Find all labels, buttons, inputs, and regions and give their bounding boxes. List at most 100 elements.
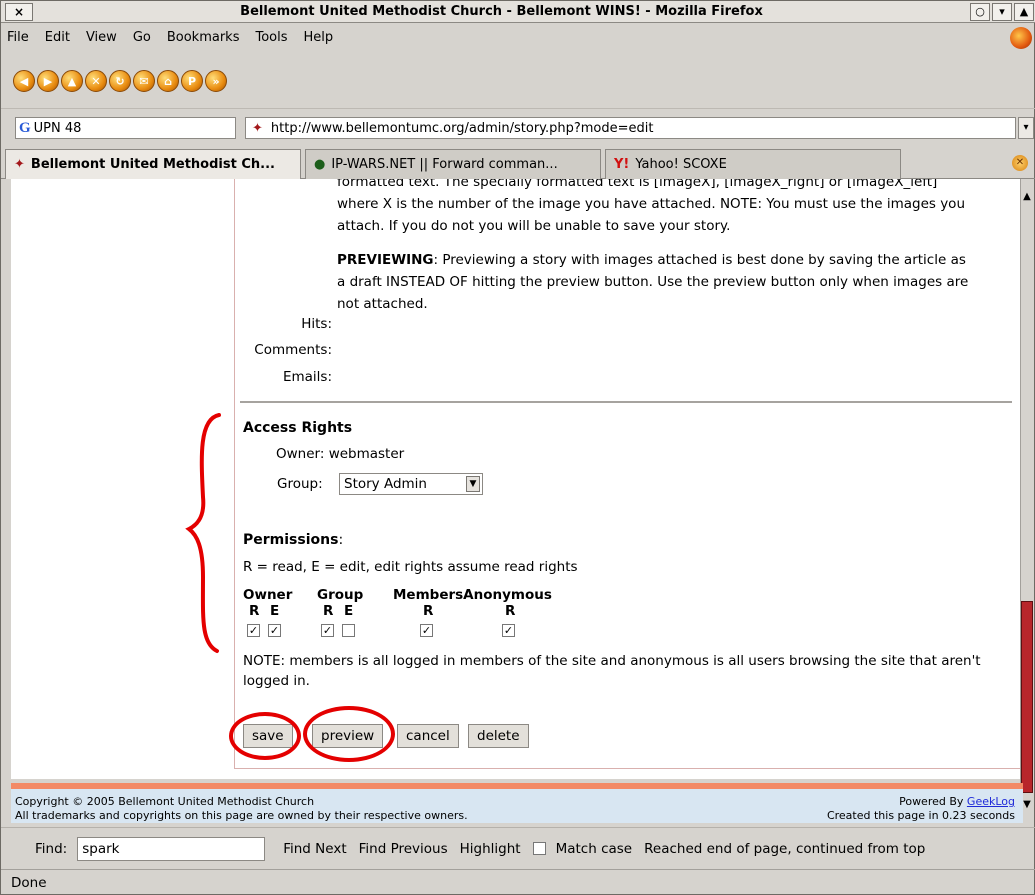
menu-edit[interactable]: Edit — [45, 30, 70, 45]
match-case-checkbox[interactable] — [532, 842, 546, 855]
menu-view[interactable]: View — [86, 30, 117, 45]
tab-label: IP-WARS.NET || Forward comman... — [331, 157, 558, 172]
group-edit-checkbox[interactable] — [342, 624, 355, 637]
site-footer: Copyright © 2005 Bellemont United Method… — [11, 789, 1023, 823]
chevron-down-icon: ▼ — [466, 476, 480, 492]
url-history-dropdown[interactable]: ▾ — [1018, 117, 1034, 139]
group-select-value: Story Admin — [344, 476, 427, 492]
window-menu-button[interactable]: ▾ — [992, 2, 1012, 21]
close-tab-icon[interactable]: ✕ — [1012, 155, 1028, 171]
powered-by-prefix: Powered By — [899, 795, 967, 808]
yahoo-favicon-icon: Y! — [614, 157, 630, 172]
preview-help-text: PREVIEWING: Previewing a story with imag… — [337, 249, 1017, 315]
group-select[interactable]: Story Admin ▼ — [339, 473, 483, 495]
permissions-legend: R = read, E = edit, edit rights assume r… — [243, 559, 578, 575]
trademarks-text: All trademarks and copyrights on this pa… — [15, 809, 468, 822]
stop-icon[interactable]: ✕ — [85, 69, 107, 92]
window-maximize-button[interactable]: ▲ — [1014, 2, 1034, 21]
scroll-thumb[interactable] — [1021, 601, 1033, 793]
anonymous-read-checkbox[interactable]: ✓ — [502, 624, 515, 637]
title-bar: × Bellemont United Methodist Church - Be… — [1, 1, 1035, 23]
preview-annotation-circle — [303, 706, 395, 762]
delete-button[interactable]: delete — [468, 724, 529, 748]
google-icon: G — [19, 119, 31, 136]
match-case-label: Match case — [555, 840, 633, 857]
window-close-button[interactable]: × — [5, 2, 33, 21]
permissions-note: NOTE: members is all logged in members o… — [243, 653, 981, 689]
church-favicon-icon: ✦ — [14, 157, 25, 172]
highlight-button[interactable]: Highlight — [460, 841, 521, 857]
help-line: a draft INSTEAD OF hitting the preview b… — [337, 274, 969, 290]
page-viewport: formatted text. The specially formatted … — [11, 179, 1023, 779]
owner-value: webmaster — [328, 446, 405, 462]
group-read-checkbox[interactable]: ✓ — [321, 624, 334, 637]
images-help-text: formatted text. The specially formatted … — [337, 179, 1017, 237]
menu-bar: File Edit View Go Bookmarks Tools Help — [1, 24, 1035, 51]
menu-bookmarks[interactable]: Bookmarks — [167, 30, 240, 45]
find-input[interactable]: spark — [77, 836, 266, 861]
find-previous-button[interactable]: Find Previous — [359, 841, 448, 857]
reload-icon[interactable]: ↻ — [109, 69, 131, 92]
members-anonymous-column-header: MembersAnonymous — [393, 587, 552, 603]
url-input[interactable]: ✦ http://www.bellemontumc.org/admin/stor… — [245, 117, 1016, 139]
home-icon[interactable]: ⌂ — [157, 69, 179, 92]
group-read-header: R — [323, 603, 334, 619]
owner-read-checkbox[interactable]: ✓ — [247, 624, 260, 637]
permissions-heading: Permissions: — [243, 532, 344, 548]
owner-edit-header: E — [270, 603, 280, 619]
page-created-text: Created this page in 0.23 seconds — [826, 809, 1015, 822]
p-icon[interactable]: P — [181, 69, 203, 92]
tab-yahoo[interactable]: Y! Yahoo! SCOXE — [605, 149, 901, 179]
help-line: not attached. — [337, 296, 428, 312]
cancel-button[interactable]: cancel — [397, 724, 459, 748]
save-annotation-circle — [229, 712, 301, 760]
owner-line: Owner: webmaster — [276, 446, 404, 462]
menu-help[interactable]: Help — [304, 30, 334, 45]
menu-tools[interactable]: Tools — [255, 30, 287, 45]
group-label: Group: — [277, 476, 323, 492]
site-favicon-icon: ✦ — [252, 120, 263, 136]
owner-edit-checkbox[interactable]: ✓ — [268, 624, 281, 637]
members-read-checkbox[interactable]: ✓ — [420, 624, 433, 637]
find-next-button[interactable]: Find Next — [283, 841, 346, 857]
tab-ipwars[interactable]: ● IP-WARS.NET || Forward comman... — [305, 149, 601, 179]
powered-by-text: Powered By GeekLog — [899, 795, 1015, 808]
help-line: where X is the number of the image you h… — [337, 196, 966, 212]
menu-go[interactable]: Go — [133, 30, 151, 45]
tab-label: Yahoo! SCOXE — [635, 157, 727, 172]
help-line: formatted text. The specially formatted … — [337, 179, 938, 190]
navigation-toolbar: ◀ ▶ ▲ ✕ ↻ ✉ ⌂ P » — [1, 53, 1035, 109]
find-label: Find: — [35, 840, 68, 857]
window-title: Bellemont United Methodist Church - Bell… — [240, 4, 763, 19]
emails-label: Emails: — [282, 369, 332, 385]
group-column-header: Group — [317, 587, 364, 603]
url-value: http://www.bellemontumc.org/admin/story.… — [270, 120, 654, 136]
up-icon[interactable]: ▲ — [61, 69, 83, 92]
anonymous-read-header: R — [505, 603, 516, 619]
go-icon[interactable]: » — [205, 69, 227, 92]
mail-icon[interactable]: ✉ — [133, 69, 155, 92]
preview-heading: PREVIEWING — [337, 252, 434, 268]
tab-bellemont[interactable]: ✦ Bellemont United Methodist Ch... — [5, 149, 301, 179]
members-read-header: R — [423, 603, 434, 619]
back-icon[interactable]: ◀ — [13, 69, 35, 92]
address-row: G UPN 48 ✦ http://www.bellemontumc.org/a… — [1, 113, 1035, 141]
help-line: attach. If you do not you will be unable… — [337, 218, 731, 234]
scroll-up-icon[interactable]: ▲ — [1021, 191, 1033, 205]
story-editor-panel: formatted text. The specially formatted … — [234, 179, 1023, 769]
help-line: : Previewing a story with images attache… — [433, 252, 966, 268]
group-edit-header: E — [344, 603, 354, 619]
window-minimize-button[interactable]: ○ — [970, 2, 990, 21]
search-input[interactable]: G UPN 48 — [15, 117, 236, 139]
tab-bar: ✦ Bellemont United Methodist Ch... ● IP-… — [1, 145, 1035, 179]
menu-file[interactable]: File — [7, 30, 29, 45]
forward-icon[interactable]: ▶ — [37, 69, 59, 92]
page-scrollbar[interactable]: ▲ ▼ — [1020, 179, 1033, 811]
firefox-logo-icon — [1010, 27, 1032, 49]
copyright-text: Copyright © 2005 Bellemont United Method… — [15, 795, 315, 808]
search-value: UPN 48 — [33, 120, 82, 136]
status-bar: Done — [1, 869, 1035, 895]
access-rights-heading: Access Rights — [243, 420, 353, 436]
find-bar: Find: spark Find Next Find Previous High… — [1, 827, 1035, 869]
geeklog-link[interactable]: GeekLog — [967, 795, 1015, 808]
